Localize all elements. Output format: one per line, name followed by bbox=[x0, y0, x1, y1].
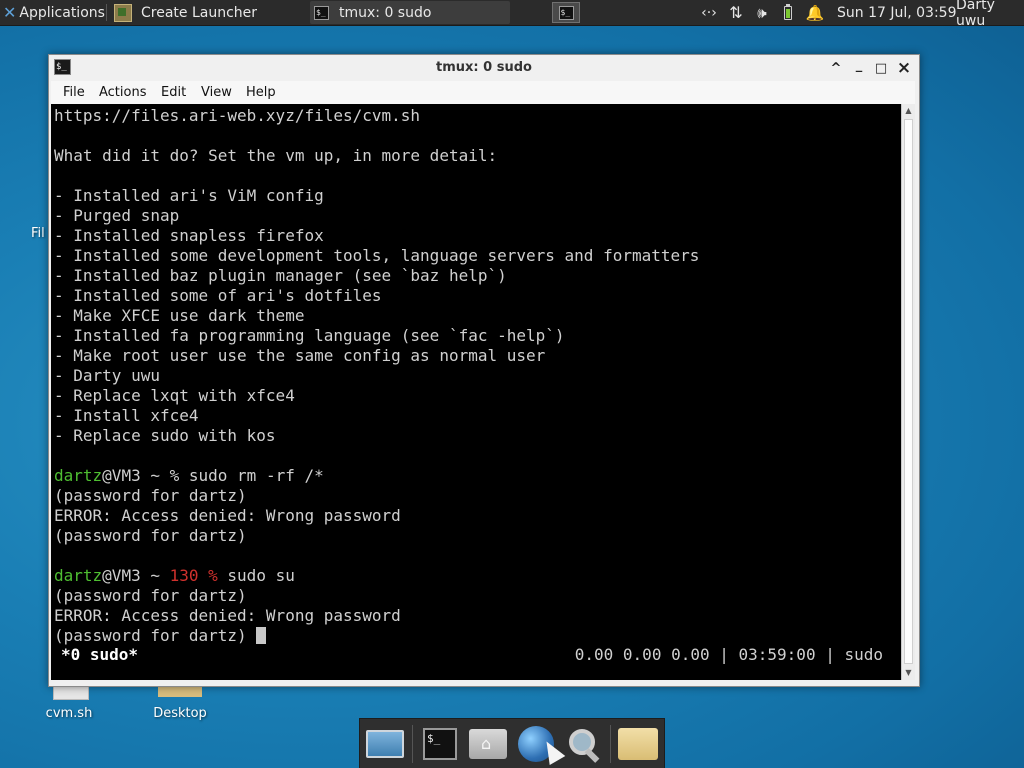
terminal-line: (password for dartz) bbox=[54, 526, 247, 545]
clock[interactable]: Sun 17 Jul, 03:59 bbox=[837, 0, 957, 25]
text-cursor bbox=[256, 627, 267, 644]
tmux-status-right: 0.00 0.00 0.00 | 03:59:00 | sudo bbox=[574, 645, 883, 664]
top-panel: ✕ Applications Create Launcher $_ tmux: … bbox=[0, 0, 1024, 29]
battery-icon[interactable] bbox=[778, 0, 798, 25]
show-desktop-icon bbox=[366, 730, 404, 758]
prompt-host: @VM3 ~ % bbox=[102, 466, 189, 485]
scroll-down-arrow-icon[interactable]: ▼ bbox=[902, 666, 915, 680]
menu-bar: File Actions Edit View Help bbox=[51, 81, 915, 105]
xfce-menu-icon: ✕ bbox=[3, 3, 17, 22]
applications-menu-button[interactable]: ✕ Applications bbox=[0, 0, 105, 25]
shade-button[interactable]: ^ bbox=[827, 59, 845, 77]
terminal-line: https://files.ari-web.xyz/files/cvm.sh bbox=[54, 106, 421, 125]
folder-icon[interactable] bbox=[158, 686, 202, 697]
dock-separator bbox=[412, 725, 413, 763]
dock-panel: $_ bbox=[359, 718, 665, 768]
menu-file[interactable]: File bbox=[63, 81, 85, 104]
terminal-input-line[interactable]: (password for dartz) bbox=[54, 626, 267, 646]
workspace-pager[interactable]: $_ bbox=[552, 2, 580, 23]
prompt-exit-code: 130 % bbox=[169, 566, 218, 585]
panel-separator bbox=[106, 4, 107, 21]
terminal-line: - Replace sudo with kos bbox=[54, 426, 276, 445]
maximize-button[interactable]: □ bbox=[872, 59, 890, 77]
window-title: tmux: 0 sudo bbox=[436, 60, 532, 75]
tmux-window-list[interactable]: *0 sudo* bbox=[61, 645, 138, 665]
show-desktop-button[interactable] bbox=[363, 722, 407, 766]
taskbar-item-label: Create Launcher bbox=[141, 4, 258, 21]
terminal-window: $_ tmux: 0 sudo ^ _ □ × File Actions Edi… bbox=[48, 54, 920, 687]
prompt-host: @VM3 ~ bbox=[102, 566, 170, 585]
taskbar-item-tmux[interactable]: $_ tmux: 0 sudo bbox=[310, 1, 510, 24]
scroll-up-arrow-icon[interactable]: ▲ bbox=[902, 104, 915, 118]
terminal-output[interactable]: https://files.ari-web.xyz/files/cvm.sh W… bbox=[51, 104, 901, 680]
terminal-line: (password for dartz) bbox=[54, 586, 247, 605]
terminal-line: - Install xfce4 bbox=[54, 406, 199, 425]
prompt-command: sudo su bbox=[217, 566, 295, 585]
menu-edit[interactable]: Edit bbox=[161, 81, 186, 104]
launcher-icon bbox=[114, 3, 132, 22]
terminal-line: - Installed fa programming language (see… bbox=[54, 326, 565, 345]
terminal-launcher[interactable]: $_ bbox=[418, 722, 462, 766]
home-folder-icon bbox=[469, 729, 507, 759]
terminal-line: - Darty uwu bbox=[54, 366, 160, 385]
app-finder-launcher[interactable] bbox=[562, 722, 606, 766]
taskbar-item-create-launcher[interactable]: Create Launcher bbox=[110, 1, 308, 24]
terminal-line: - Installed ari's ViM config bbox=[54, 186, 324, 205]
desktop-icon-label[interactable]: cvm.sh bbox=[38, 706, 100, 721]
prompt-command: sudo rm -rf /* bbox=[188, 466, 324, 485]
home-folder-launcher[interactable] bbox=[466, 722, 510, 766]
script-file-icon[interactable] bbox=[53, 686, 89, 700]
window-titlebar[interactable]: $_ tmux: 0 sudo ^ _ □ × bbox=[49, 55, 919, 81]
terminal-line: (password for dartz) bbox=[54, 486, 247, 505]
file-manager-icon bbox=[618, 728, 658, 760]
terminal-line: - Installed some of ari's dotfiles bbox=[54, 286, 382, 305]
error-line: ERROR: Access denied: Wrong password bbox=[54, 606, 401, 625]
desktop-partial-label: Fil bbox=[31, 226, 45, 241]
notification-bell-icon[interactable]: 🔔 bbox=[803, 0, 827, 25]
minimize-button[interactable]: _ bbox=[850, 56, 868, 74]
taskbar-item-label: tmux: 0 sudo bbox=[339, 4, 432, 21]
prompt-user: dartz bbox=[54, 466, 103, 485]
vertical-scrollbar[interactable]: ▲ ▼ bbox=[901, 104, 915, 680]
volume-icon[interactable]: 🕪 bbox=[750, 0, 774, 25]
terminal-line: - Installed some development tools, lang… bbox=[54, 246, 700, 265]
app-finder-icon bbox=[566, 726, 602, 762]
shell-prompt: dartz@VM3 ~ % sudo rm -rf /* bbox=[54, 466, 324, 486]
scrollbar-thumb[interactable] bbox=[904, 119, 913, 664]
menu-actions[interactable]: Actions bbox=[99, 81, 147, 104]
applications-label: Applications bbox=[19, 4, 105, 21]
terminal-line: - Make root user use the same config as … bbox=[54, 346, 546, 365]
terminal-icon: $_ bbox=[423, 728, 457, 760]
shell-prompt: dartz@VM3 ~ 130 % sudo su bbox=[54, 566, 295, 586]
menu-view[interactable]: View bbox=[201, 81, 232, 104]
terminal-line: - Installed baz plugin manager (see `baz… bbox=[54, 266, 507, 285]
terminal-line: - Installed snapless firefox bbox=[54, 226, 324, 245]
terminal-icon: $_ bbox=[314, 5, 329, 20]
terminal-line: - Purged snap bbox=[54, 206, 180, 225]
terminal-line: - Replace lxqt with xfce4 bbox=[54, 386, 295, 405]
desktop-icon-label[interactable]: Desktop bbox=[145, 706, 215, 721]
terminal-icon: $_ bbox=[558, 5, 574, 20]
prompt-user: dartz bbox=[54, 566, 103, 585]
menu-help[interactable]: Help bbox=[246, 81, 276, 104]
user-menu[interactable]: Darty uwu bbox=[956, 0, 1024, 29]
file-manager-launcher[interactable] bbox=[616, 722, 660, 766]
network-icon[interactable]: ‹·› bbox=[697, 0, 721, 25]
password-prompt: (password for dartz) bbox=[54, 626, 257, 645]
close-button[interactable]: × bbox=[895, 58, 913, 78]
terminal-line: - Make XFCE use dark theme bbox=[54, 306, 305, 325]
terminal-line: What did it do? Set the vm up, in more d… bbox=[54, 146, 498, 165]
transfer-icon[interactable]: ⇅ bbox=[724, 0, 748, 25]
dock-separator bbox=[610, 725, 611, 763]
error-line: ERROR: Access denied: Wrong password bbox=[54, 506, 401, 525]
